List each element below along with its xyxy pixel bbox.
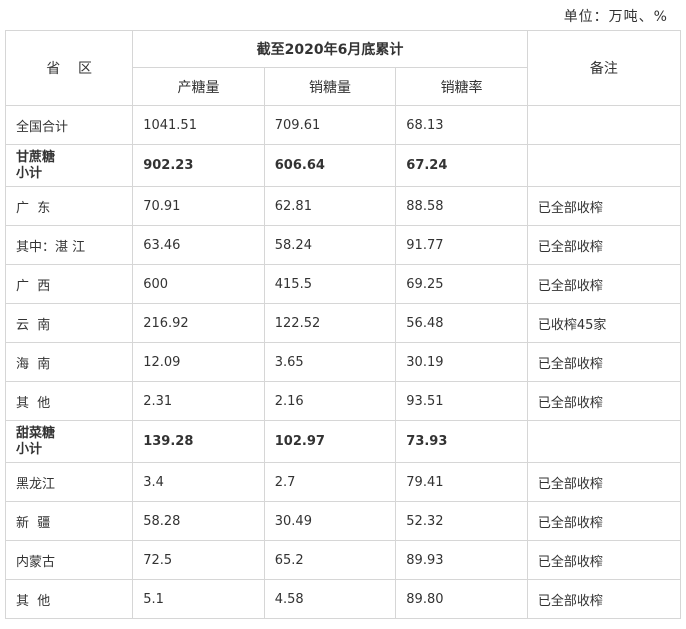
table-row: 内蒙古 72.5 65.2 89.93 已全部收榨 [4,540,682,580]
cell-note: 已全部收榨 [526,540,682,580]
cell-sales: 58.24 [263,225,397,265]
cell-sales: 30.49 [263,501,397,541]
cell-production: 72.5 [132,540,265,580]
cell-rate: 73.93 [395,420,528,463]
table-row: 其中：湛 江 63.46 58.24 91.77 已全部收榨 [4,225,682,265]
cell-production: 5.1 [132,579,265,619]
table-body: 全国合计 1041.51 709.61 68.13 甘蔗糖 小计 902.23 6… [4,105,682,619]
cell-note [526,144,682,187]
cell-note: 已收榨45家 [526,303,682,343]
cell-sales: 709.61 [263,105,397,145]
table-row: 云 南 216.92 122.52 56.48 已收榨45家 [4,303,682,343]
unit-label: 单位：万吨、% [563,9,668,25]
cell-note: 已全部收榨 [526,186,682,226]
table-row: 海 南 12.09 3.65 30.19 已全部收榨 [4,342,682,382]
cell-production: 139.28 [132,420,265,463]
cell-rate: 79.41 [395,462,528,502]
cell-region: 云 南 [4,303,134,343]
cell-region: 其 他 [4,579,134,619]
cell-region: 其中：湛 江 [4,225,134,265]
table-row: 广 西 600 415.5 69.25 已全部收榨 [4,264,682,304]
cell-rate: 89.80 [395,579,528,619]
cell-sales: 606.64 [263,144,397,187]
cell-production: 902.23 [132,144,265,187]
region-line1: 甘蔗糖 [16,149,56,165]
cell-production: 63.46 [132,225,265,265]
cell-rate: 52.32 [395,501,528,541]
cell-rate: 89.93 [395,540,528,580]
cell-production: 3.4 [132,462,265,502]
cell-region: 广 西 [4,264,134,304]
header-production: 产糖量 [132,67,265,106]
table-row-subtotal: 甘蔗糖 小计 902.23 606.64 67.24 [4,144,682,187]
cell-production: 12.09 [132,342,265,382]
header-period: 截至2020年6月底累计 [132,30,528,68]
cell-region: 海 南 [4,342,134,382]
cell-note: 已全部收榨 [526,462,682,502]
cell-rate: 56.48 [395,303,528,343]
table-row: 黑龙江 3.4 2.7 79.41 已全部收榨 [4,462,682,502]
cell-sales: 65.2 [263,540,397,580]
cell-production: 2.31 [132,381,265,421]
table-row: 新 疆 58.28 30.49 52.32 已全部收榨 [4,501,682,541]
cell-note: 已全部收榨 [526,342,682,382]
cell-rate: 67.24 [395,144,528,187]
header-sales-rate: 销糖率 [395,67,528,106]
cell-region: 甜菜糖 小计 [4,420,134,463]
cell-note: 已全部收榨 [526,501,682,541]
region-line2: 小计 [16,165,43,181]
table-row-subtotal: 甜菜糖 小计 139.28 102.97 73.93 [4,420,682,463]
cell-sales: 122.52 [263,303,397,343]
cell-rate: 93.51 [395,381,528,421]
cell-region: 甘蔗糖 小计 [4,144,134,187]
cell-production: 58.28 [132,501,265,541]
cell-note: 已全部收榨 [526,225,682,265]
cell-rate: 88.58 [395,186,528,226]
region-line2: 小计 [16,441,43,457]
cell-note [526,105,682,145]
cell-note: 已全部收榨 [526,381,682,421]
sugar-production-table: 省 区 截至2020年6月底累计 备注 产糖量 销糖量 销糖率 全国合计 104… [4,30,682,619]
cell-sales: 2.7 [263,462,397,502]
cell-region: 其 他 [4,381,134,421]
cell-region: 广 东 [4,186,134,226]
cell-sales: 2.16 [263,381,397,421]
cell-region: 黑龙江 [4,462,134,502]
cell-rate: 91.77 [395,225,528,265]
region-line1: 甜菜糖 [16,425,56,441]
cell-rate: 68.13 [395,105,528,145]
cell-production: 600 [132,264,265,304]
cell-note: 已全部收榨 [526,579,682,619]
cell-region: 新 疆 [4,501,134,541]
header-sales: 销糖量 [263,67,397,106]
cell-region: 全国合计 [4,105,134,145]
cell-sales: 3.65 [263,342,397,382]
cell-sales: 102.97 [263,420,397,463]
table-row: 广 东 70.91 62.81 88.58 已全部收榨 [4,186,682,226]
table-row: 全国合计 1041.51 709.61 68.13 [4,105,682,145]
cell-sales: 415.5 [263,264,397,304]
table-row: 其 他 2.31 2.16 93.51 已全部收榨 [4,381,682,421]
cell-note [526,420,682,463]
header-province: 省 区 [4,30,134,106]
cell-rate: 69.25 [395,264,528,304]
cell-sales: 4.58 [263,579,397,619]
cell-sales: 62.81 [263,186,397,226]
cell-production: 216.92 [132,303,265,343]
cell-production: 1041.51 [132,105,265,145]
cell-rate: 30.19 [395,342,528,382]
cell-note: 已全部收榨 [526,264,682,304]
cell-region: 内蒙古 [4,540,134,580]
cell-production: 70.91 [132,186,265,226]
table-row: 其 他 5.1 4.58 89.80 已全部收榨 [4,579,682,619]
header-note: 备注 [526,30,682,106]
